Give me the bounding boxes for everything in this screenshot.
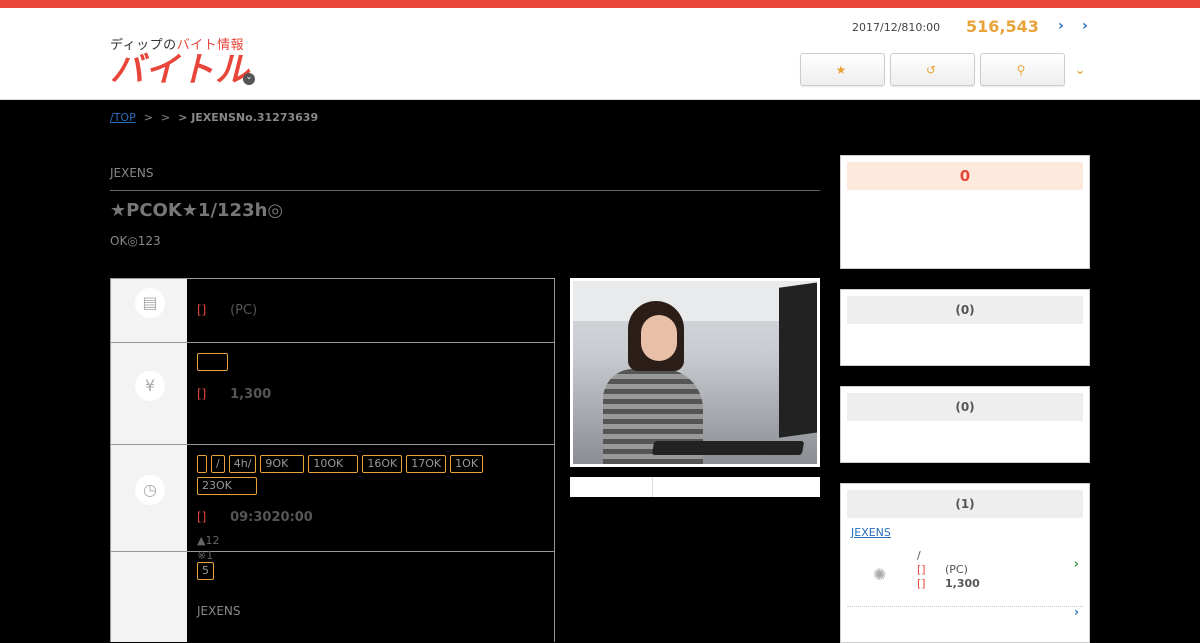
salary-row: ¥ [] 1,300	[111, 343, 554, 445]
related-company-link[interactable]: JEXENS	[851, 526, 1079, 539]
page-title: ★PCOK★1/123h◎	[110, 200, 284, 221]
job-info-table: ▤ [] (PC) ¥ [] 1,300 ◷ / 4h/ 9OK 10OK 16…	[110, 278, 555, 642]
job-type-value: (PC)	[230, 303, 258, 318]
logo-menu-icon[interactable]	[243, 71, 255, 85]
top-accent-bar	[0, 0, 1200, 8]
hours-value: 09:3020:00	[230, 510, 313, 525]
site-header: ディップのバイト情報 バイトル 2017/12/810:00 516,543 ›…	[0, 8, 1200, 100]
chevron-right-icon[interactable]: ›	[1074, 605, 1079, 619]
divider	[110, 190, 820, 191]
list-item[interactable]: ✺ / [] (PC) [] 1,300 ›	[847, 547, 1083, 607]
related-jobs-box: (1) JEXENS ✺ / [] (PC) [] 1,300 ›	[840, 483, 1090, 643]
hours-row: ◷ / 4h/ 9OK 10OK 16OK 17OK 1OK 23OK [] 0…	[111, 445, 554, 562]
breadcrumb-current: > JEXENSNo.31273639	[178, 111, 319, 124]
sidebar-box-3: (0)	[840, 386, 1090, 463]
hours-tags: / 4h/ 9OK 10OK 16OK 17OK 1OK 23OK	[197, 455, 544, 495]
company-name: JEXENS	[110, 166, 154, 180]
features-row: 5 JEXENS	[111, 552, 554, 642]
search-icon: ⚲	[1016, 62, 1026, 77]
chevron-right-icon[interactable]: ›	[1058, 18, 1064, 34]
sidebar-box-2: (0)	[840, 289, 1090, 366]
history-icon: ↺	[925, 62, 937, 77]
breadcrumb: /TOP > > > JEXENSNo.31273639	[110, 111, 319, 124]
salary-badge	[197, 353, 228, 371]
site-logo[interactable]: バイトル	[110, 50, 250, 90]
apply-count-box: 0	[840, 155, 1090, 269]
favorites-button[interactable]: ★	[800, 53, 885, 86]
loading-icon: ✺	[873, 565, 887, 584]
breadcrumb-top-link[interactable]: /TOP	[110, 111, 136, 124]
star-icon: ★	[835, 62, 847, 77]
salary-value: 1,300	[230, 387, 272, 402]
feature-badge: 5	[197, 562, 214, 580]
yen-icon: ¥	[135, 371, 165, 401]
photo-tabs[interactable]	[570, 477, 820, 497]
chevron-right-icon[interactable]: ›	[1082, 18, 1088, 34]
job-count: 516,543	[966, 17, 1039, 36]
chevron-down-icon[interactable]: ⌄	[1075, 63, 1085, 77]
job-subtitle: OK◎123	[110, 234, 161, 248]
clock-icon: ◷	[135, 475, 165, 505]
history-button[interactable]: ↺	[890, 53, 975, 86]
apply-count: 0	[847, 162, 1083, 190]
job-type-row: ▤ [] (PC)	[111, 279, 554, 343]
job-photo	[570, 278, 820, 467]
chevron-right-icon: ›	[1073, 557, 1079, 572]
search-button[interactable]: ⚲	[980, 53, 1065, 86]
briefcase-icon: ▤	[135, 288, 165, 318]
update-date: 2017/12/810:00	[852, 21, 941, 34]
feature-company: JEXENS	[197, 604, 241, 618]
